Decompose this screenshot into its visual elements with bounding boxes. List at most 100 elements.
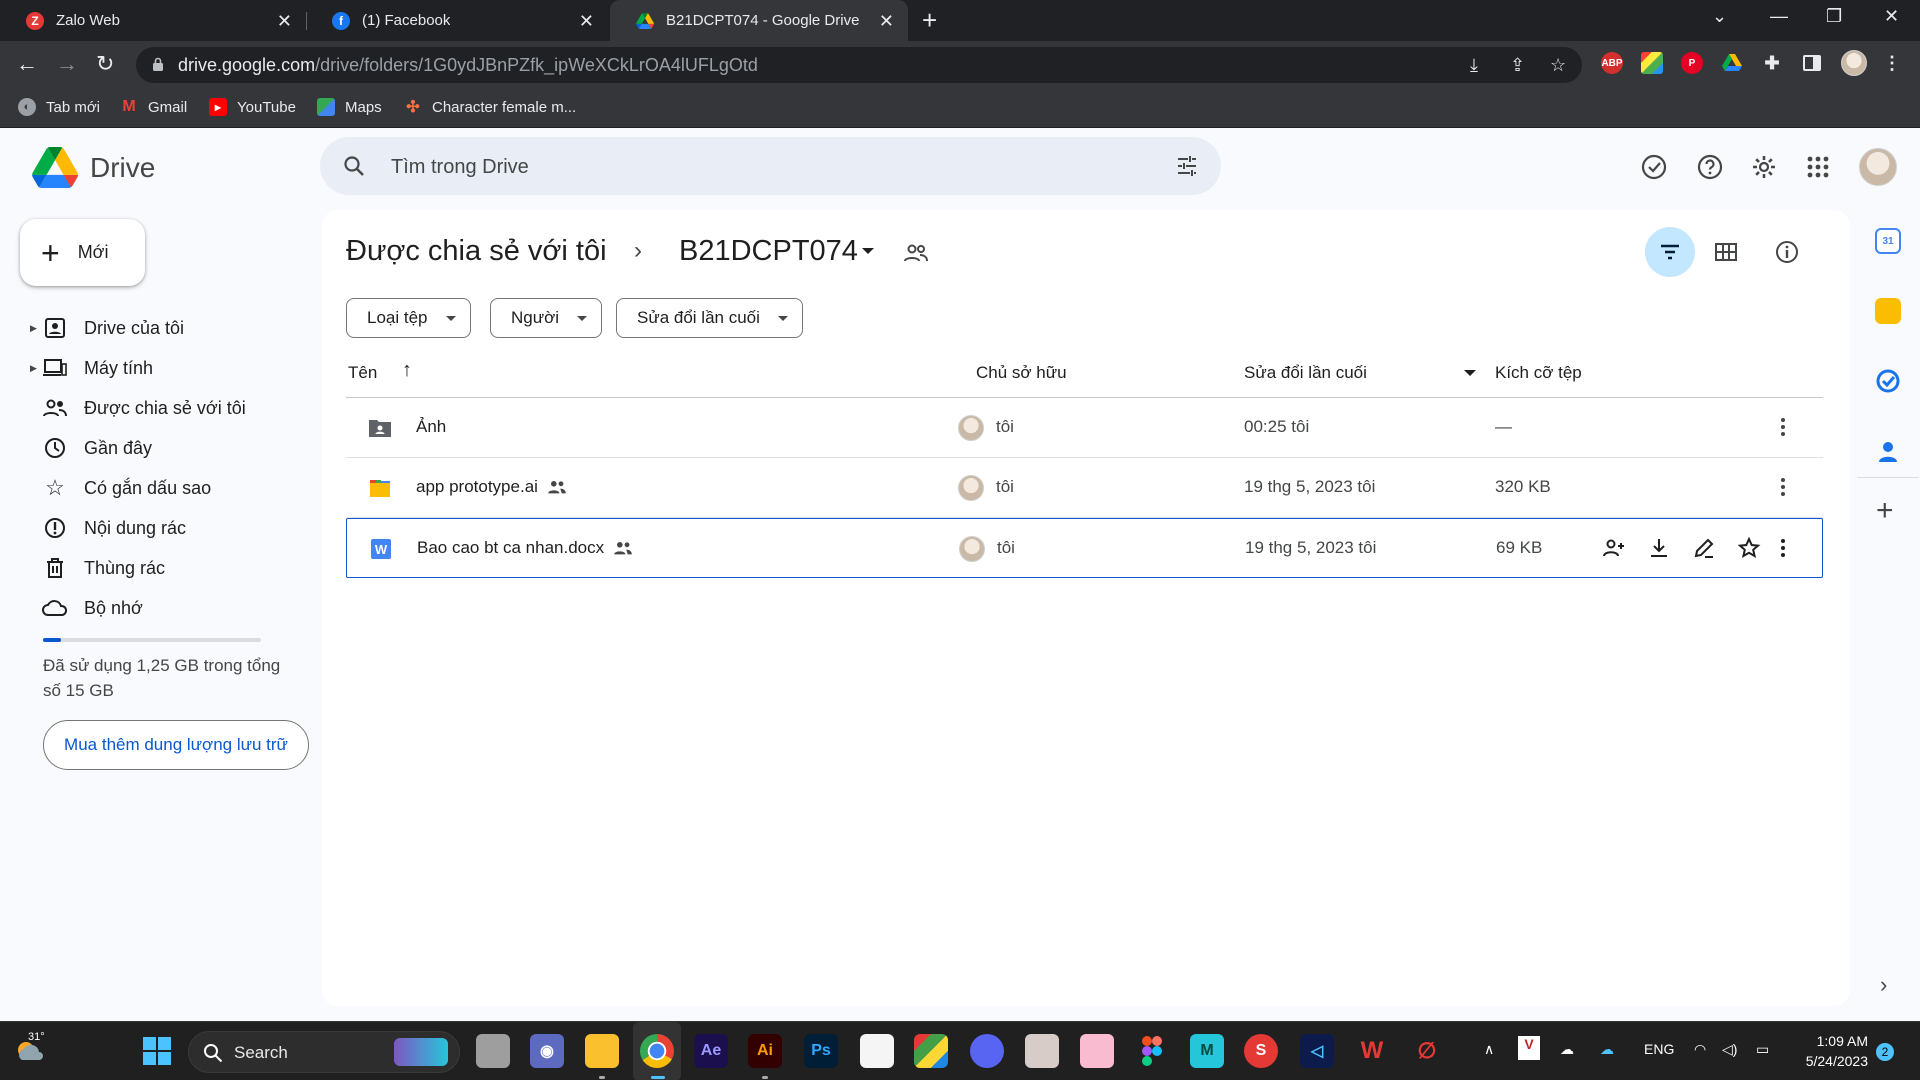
profile-avatar[interactable] <box>1841 50 1867 76</box>
search-icon[interactable] <box>342 154 366 178</box>
add-star-icon[interactable] <box>1737 536 1761 560</box>
hide-side-panel-chevron-icon[interactable]: › <box>1880 972 1887 998</box>
bookmark-new-tab[interactable]: ◐ Tab mới <box>18 98 100 116</box>
onedrive-blue-icon[interactable]: ☁ <box>1600 1041 1614 1058</box>
notification-badge[interactable]: 2 <box>1876 1043 1894 1061</box>
wifi-icon[interactable]: ◠ <box>1694 1041 1706 1058</box>
close-icon[interactable]: ✕ <box>579 11 594 32</box>
drive-search-bar[interactable]: Tìm trong Drive <box>320 137 1221 195</box>
language-indicator[interactable]: ENG <box>1644 1041 1674 1057</box>
more-actions-icon[interactable] <box>1771 536 1795 560</box>
side-panel-icon[interactable] <box>1801 52 1823 74</box>
teams-chat-icon[interactable]: ◉ <box>530 1034 564 1068</box>
tab-search-icon[interactable]: ⌄ <box>1712 6 1727 27</box>
new-tab-button[interactable]: + <box>922 5 937 36</box>
anime-app-icon[interactable] <box>1025 1034 1059 1068</box>
bookmark-youtube[interactable]: ▶ YouTube <box>209 98 296 116</box>
anime-app-2-icon[interactable] <box>1080 1034 1114 1068</box>
tab-facebook[interactable]: f (1) Facebook ✕ <box>306 0 608 41</box>
settings-gear-icon[interactable] <box>1750 153 1778 181</box>
filter-people[interactable]: Người <box>490 298 603 338</box>
buy-storage-button[interactable]: Mua thêm dung lượng lưu trữ <box>43 720 309 770</box>
minimize-icon[interactable]: — <box>1770 6 1788 27</box>
tab-google-drive[interactable]: B21DCPT074 - Google Drive ✕ <box>610 0 908 41</box>
after-effects-icon[interactable]: Ae <box>694 1034 728 1068</box>
photoshop-icon[interactable]: Ps <box>804 1034 838 1068</box>
nav-spam[interactable]: Nội dung rác <box>30 510 186 546</box>
file-row[interactable]: Ảnh tôi 00:25 tôi — <box>346 398 1823 458</box>
volume-icon[interactable]: ◁) <box>1722 1041 1737 1058</box>
figma-icon[interactable] <box>1135 1034 1169 1068</box>
rename-pencil-icon[interactable] <box>1692 536 1716 560</box>
share-icon[interactable]: ⇪ <box>1510 55 1525 76</box>
sort-arrow-up-icon[interactable]: ↑ <box>402 359 412 382</box>
back-icon[interactable]: ← <box>16 51 38 77</box>
adblock-icon[interactable]: ABP <box>1601 52 1623 74</box>
drive-ext-icon[interactable] <box>1721 52 1743 74</box>
close-icon[interactable]: ✕ <box>277 11 292 32</box>
color-picker-icon[interactable] <box>1641 52 1663 74</box>
extensions-puzzle-icon[interactable]: ✚ <box>1761 52 1783 74</box>
forward-icon[interactable]: → <box>56 51 78 77</box>
contacts-icon[interactable] <box>1875 438 1901 464</box>
breadcrumb-shared-with-me[interactable]: Được chia sẻ với tôi <box>346 235 607 268</box>
bookmark-character[interactable]: ✣ Character female m... <box>404 98 576 117</box>
clock-time[interactable]: 1:09 AM <box>1808 1033 1868 1049</box>
office-icon[interactable] <box>860 1034 894 1068</box>
nav-starred[interactable]: ☆ Có gắn dấu sao <box>30 470 211 506</box>
folder-menu-dropdown-icon[interactable] <box>862 248 874 254</box>
apps-grid-icon[interactable] <box>1804 153 1832 181</box>
nav-computers[interactable]: ▶ Máy tính <box>30 350 153 386</box>
expand-caret-icon[interactable]: ▶ <box>30 363 42 374</box>
tasks-icon[interactable] <box>1875 368 1901 394</box>
keep-icon[interactable] <box>1875 298 1901 324</box>
filter-file-type[interactable]: Loại tệp <box>346 298 471 338</box>
address-bar[interactable]: drive.google.com/drive/folders/1G0ydJBnP… <box>136 47 1582 83</box>
reload-icon[interactable]: ↻ <box>96 51 114 77</box>
more-actions-icon[interactable] <box>1771 415 1795 439</box>
grid-view-icon[interactable] <box>1714 240 1738 264</box>
taskbar-search[interactable]: Search <box>188 1031 460 1073</box>
file-explorer-icon[interactable] <box>585 1034 619 1068</box>
tray-app-v-icon[interactable]: V <box>1518 1036 1540 1060</box>
help-icon[interactable] <box>1696 153 1724 181</box>
window-close-icon[interactable]: ✕ <box>1884 6 1899 27</box>
clock-date[interactable]: 5/24/2023 <box>1796 1053 1868 1069</box>
nav-storage[interactable]: Bộ nhớ <box>30 590 143 626</box>
search-options-icon[interactable] <box>1175 154 1199 178</box>
show-hidden-icons-chevron[interactable]: ∧ <box>1484 1041 1494 1058</box>
pinterest-icon[interactable]: P <box>1681 52 1703 74</box>
filter-last-modified[interactable]: Sửa đổi lần cuối <box>616 298 803 338</box>
app-s-icon[interactable]: S <box>1244 1034 1278 1068</box>
bookmark-star-icon[interactable]: ☆ <box>1550 55 1566 76</box>
breadcrumb-current-folder[interactable]: B21DCPT074 <box>679 235 858 268</box>
sort-dropdown-icon[interactable] <box>1464 370 1476 376</box>
download-icon[interactable] <box>1647 536 1671 560</box>
filter-list-view-button[interactable] <box>1645 227 1695 277</box>
nav-recent[interactable]: Gần đây <box>30 430 152 466</box>
chrome-menu-icon[interactable]: ⋮ <box>1881 52 1903 74</box>
discord-icon[interactable] <box>970 1034 1004 1068</box>
restore-icon[interactable]: ❐ <box>1826 6 1842 27</box>
file-row-selected[interactable]: W Bao cao bt ca nhan.docx tôi 19 thg 5, … <box>346 518 1823 578</box>
nav-shared-with-me[interactable]: Được chia sẻ với tôi <box>30 390 246 426</box>
more-actions-icon[interactable] <box>1771 475 1795 499</box>
file-row[interactable]: app prototype.ai tôi 19 thg 5, 2023 tôi … <box>346 458 1823 518</box>
nav-trash[interactable]: Thùng rác <box>30 550 165 586</box>
share-person-add-icon[interactable] <box>1602 536 1626 560</box>
app-red-icon[interactable]: ∅ <box>1410 1034 1444 1068</box>
calendar-icon[interactable]: 31 <box>1875 228 1901 254</box>
tab-zalo[interactable]: Z Zalo Web ✕ <box>0 0 306 41</box>
install-icon[interactable]: ⤓ <box>1470 55 1478 76</box>
illustrator-icon[interactable]: Ai <box>748 1034 782 1068</box>
close-icon[interactable]: ✕ <box>879 11 894 32</box>
expand-caret-icon[interactable]: ▶ <box>30 323 42 334</box>
nav-my-drive[interactable]: ▶ Drive của tôi <box>30 310 184 346</box>
column-last-modified[interactable]: Sửa đổi lần cuối <box>1244 363 1367 383</box>
new-button[interactable]: + Mới <box>20 219 145 286</box>
wps-office-icon[interactable]: W <box>1355 1034 1389 1068</box>
task-view-icon[interactable] <box>476 1034 510 1068</box>
offline-ready-icon[interactable] <box>1640 153 1668 181</box>
windows-start-icon[interactable] <box>140 1034 174 1068</box>
bookmark-maps[interactable]: Maps <box>317 98 382 116</box>
